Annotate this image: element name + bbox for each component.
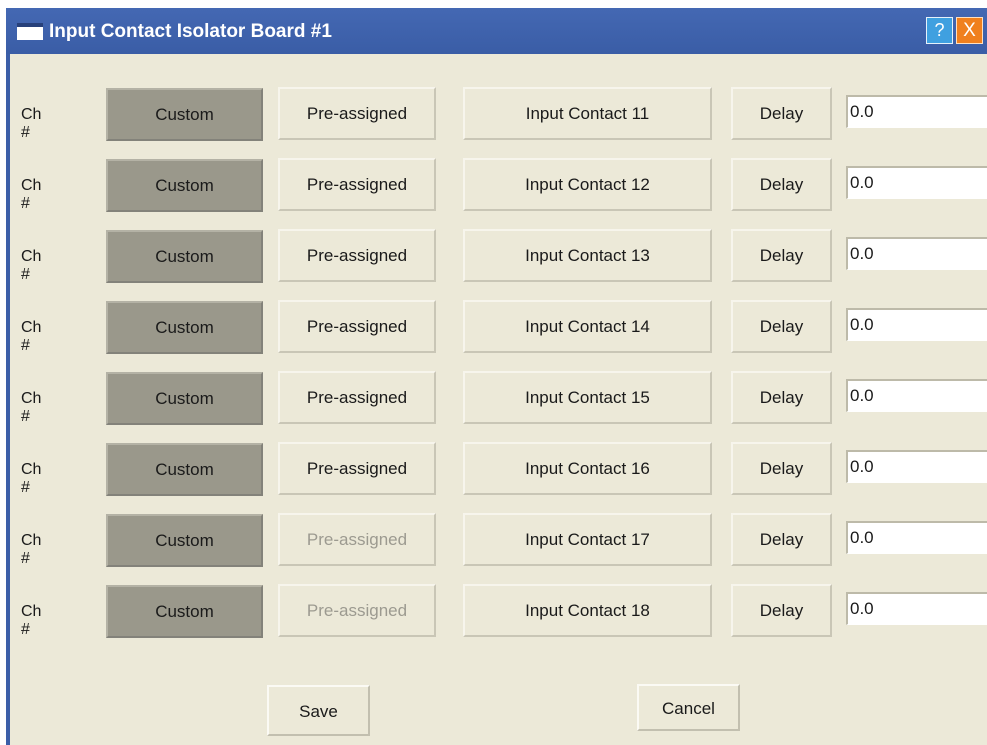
- title-bar[interactable]: Input Contact Isolator Board #1 ? X: [6, 8, 987, 54]
- input-contact-button[interactable]: Input Contact 18: [463, 584, 712, 637]
- delay-button[interactable]: Delay: [731, 87, 832, 140]
- channel-label: Ch #: [21, 390, 42, 425]
- custom-button[interactable]: Custom: [106, 443, 263, 496]
- input-contact-button[interactable]: Input Contact 12: [463, 158, 712, 211]
- cancel-button[interactable]: Cancel: [637, 684, 740, 731]
- custom-button[interactable]: Custom: [106, 88, 263, 141]
- input-contact-button[interactable]: Input Contact 11: [463, 87, 712, 140]
- custom-button[interactable]: Custom: [106, 159, 263, 212]
- preassigned-button[interactable]: Pre-assigned: [278, 158, 436, 211]
- input-contact-button[interactable]: Input Contact 15: [463, 371, 712, 424]
- preassigned-button[interactable]: Pre-assigned: [278, 442, 436, 495]
- window-icon: [17, 23, 43, 40]
- channel-label: Ch #: [21, 532, 42, 567]
- custom-button[interactable]: Custom: [106, 230, 263, 283]
- channel-label: Ch #: [21, 177, 42, 212]
- delay-button[interactable]: Delay: [731, 158, 832, 211]
- dialog-window: Input Contact Isolator Board #1 ? X Save…: [6, 8, 987, 745]
- preassigned-button[interactable]: Pre-assigned: [278, 87, 436, 140]
- custom-button[interactable]: Custom: [106, 514, 263, 567]
- delay-button[interactable]: Delay: [731, 229, 832, 282]
- delay-button[interactable]: Delay: [731, 442, 832, 495]
- input-contact-button[interactable]: Input Contact 16: [463, 442, 712, 495]
- preassigned-button[interactable]: Pre-assigned: [278, 371, 436, 424]
- preassigned-button[interactable]: Pre-assigned: [278, 300, 436, 353]
- channel-label: Ch #: [21, 603, 42, 638]
- channel-label: Ch #: [21, 106, 42, 141]
- delay-input[interactable]: [846, 592, 987, 625]
- custom-button[interactable]: Custom: [106, 585, 263, 638]
- delay-input[interactable]: [846, 521, 987, 554]
- preassigned-button: Pre-assigned: [278, 584, 436, 637]
- help-icon[interactable]: ?: [926, 17, 953, 44]
- preassigned-button: Pre-assigned: [278, 513, 436, 566]
- custom-button[interactable]: Custom: [106, 301, 263, 354]
- delay-button[interactable]: Delay: [731, 513, 832, 566]
- input-contact-button[interactable]: Input Contact 17: [463, 513, 712, 566]
- dialog-body: Save Cancel Ch # Custom Pre-assigned Input …: [10, 54, 987, 745]
- delay-button[interactable]: Delay: [731, 584, 832, 637]
- input-contact-button[interactable]: Input Contact 14: [463, 300, 712, 353]
- close-icon[interactable]: X: [956, 17, 983, 44]
- preassigned-button[interactable]: Pre-assigned: [278, 229, 436, 282]
- input-contact-button[interactable]: Input Contact 13: [463, 229, 712, 282]
- delay-input[interactable]: [846, 95, 987, 128]
- custom-button[interactable]: Custom: [106, 372, 263, 425]
- channel-label: Ch #: [21, 319, 42, 354]
- dialog-title: Input Contact Isolator Board #1: [49, 21, 332, 42]
- channel-label: Ch #: [21, 461, 42, 496]
- delay-input[interactable]: [846, 379, 987, 412]
- channel-label: Ch #: [21, 248, 42, 283]
- delay-input[interactable]: [846, 308, 987, 341]
- delay-button[interactable]: Delay: [731, 371, 832, 424]
- delay-input[interactable]: [846, 450, 987, 483]
- delay-input[interactable]: [846, 166, 987, 199]
- delay-input[interactable]: [846, 237, 987, 270]
- delay-button[interactable]: Delay: [731, 300, 832, 353]
- save-button[interactable]: Save: [267, 685, 370, 736]
